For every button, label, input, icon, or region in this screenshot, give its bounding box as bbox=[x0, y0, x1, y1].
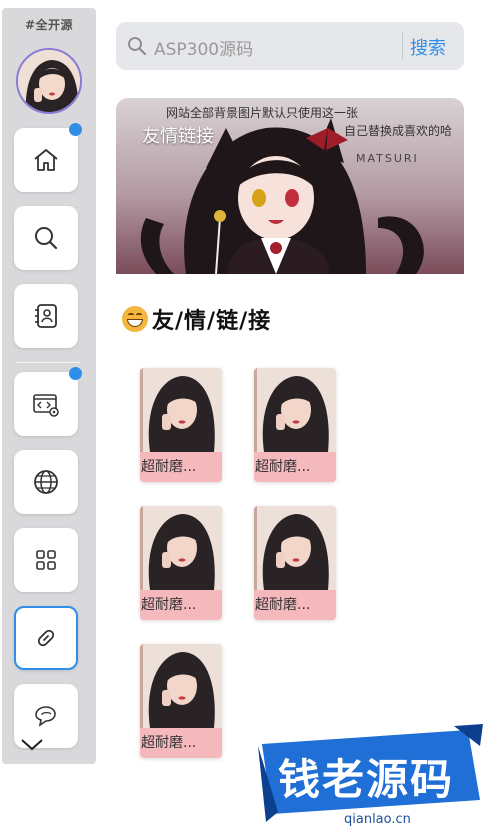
friend-link-thumbnail bbox=[140, 368, 222, 452]
search-icon bbox=[128, 37, 146, 55]
watermark-domain: qianlao.cn bbox=[344, 812, 411, 827]
nav-contacts-button[interactable] bbox=[14, 284, 78, 348]
friend-link-card[interactable]: 超耐磨... bbox=[254, 368, 336, 482]
friend-link-label: 超耐磨... bbox=[140, 452, 222, 482]
nav-globe-button[interactable] bbox=[14, 450, 78, 514]
avatar-image bbox=[18, 50, 80, 112]
friend-link-thumbnail bbox=[140, 644, 222, 728]
home-icon bbox=[34, 149, 58, 171]
search-icon bbox=[35, 227, 58, 250]
friend-link-thumbnail bbox=[254, 368, 336, 452]
chevron-down-icon[interactable] bbox=[18, 734, 46, 754]
chat-icon bbox=[35, 706, 56, 727]
site-tag: #全开源 bbox=[24, 18, 74, 32]
search-bar: ASP300源码 搜索 bbox=[116, 22, 464, 70]
banner-note-line2: 自己替换成喜欢的哈 bbox=[344, 124, 453, 138]
watermark-logo: 钱老源码 qianlao.cn bbox=[258, 722, 483, 831]
grin-emoji-icon bbox=[122, 306, 148, 332]
section-title: 友/情/链/接 bbox=[122, 303, 271, 335]
friend-link-label: 超耐磨... bbox=[254, 590, 336, 620]
friend-link-card[interactable]: 超耐磨... bbox=[254, 506, 336, 620]
section-title-text: 友/情/链/接 bbox=[152, 309, 272, 334]
notification-dot bbox=[69, 123, 82, 136]
search-divider bbox=[402, 32, 403, 60]
search-button[interactable]: 搜索 bbox=[410, 34, 446, 60]
friend-link-label: 超耐磨... bbox=[254, 452, 336, 482]
avatar[interactable] bbox=[16, 48, 82, 114]
watermark-title: 钱老源码 bbox=[278, 755, 455, 804]
notification-dot bbox=[69, 367, 82, 380]
nav-apps-button[interactable] bbox=[14, 528, 78, 592]
friend-link-thumbnail bbox=[254, 506, 336, 590]
code-settings-icon bbox=[33, 394, 59, 417]
banner-title: 友情链接 bbox=[142, 126, 214, 147]
search-input[interactable]: ASP300源码 bbox=[154, 35, 253, 60]
friend-link-label: 超耐磨... bbox=[140, 590, 222, 620]
friend-link-thumbnail bbox=[140, 506, 222, 590]
friend-link-card[interactable]: 超耐磨... bbox=[140, 644, 222, 758]
friend-link-card[interactable]: 超耐磨... bbox=[140, 506, 222, 620]
banner-signature: MATSURI bbox=[356, 152, 419, 165]
friend-link-label: 超耐磨... bbox=[140, 728, 222, 758]
contacts-icon bbox=[35, 304, 57, 328]
apps-grid-icon bbox=[36, 550, 56, 570]
banner: 网站全部背景图片默认只使用这一张 自己替换成喜欢的哈 MATSURI 友情链接 bbox=[116, 98, 464, 274]
separator bbox=[16, 362, 80, 363]
nav-links-button[interactable] bbox=[14, 606, 78, 670]
friend-link-card[interactable]: 超耐磨... bbox=[140, 368, 222, 482]
link-icon bbox=[37, 629, 55, 647]
globe-icon bbox=[34, 470, 58, 494]
nav-search-button[interactable] bbox=[14, 206, 78, 270]
nav-home-button[interactable] bbox=[14, 123, 82, 192]
nav-code-button[interactable] bbox=[14, 367, 82, 436]
banner-note-line1: 网站全部背景图片默认只使用这一张 bbox=[166, 106, 359, 120]
sidebar: #全开源 bbox=[2, 8, 96, 764]
